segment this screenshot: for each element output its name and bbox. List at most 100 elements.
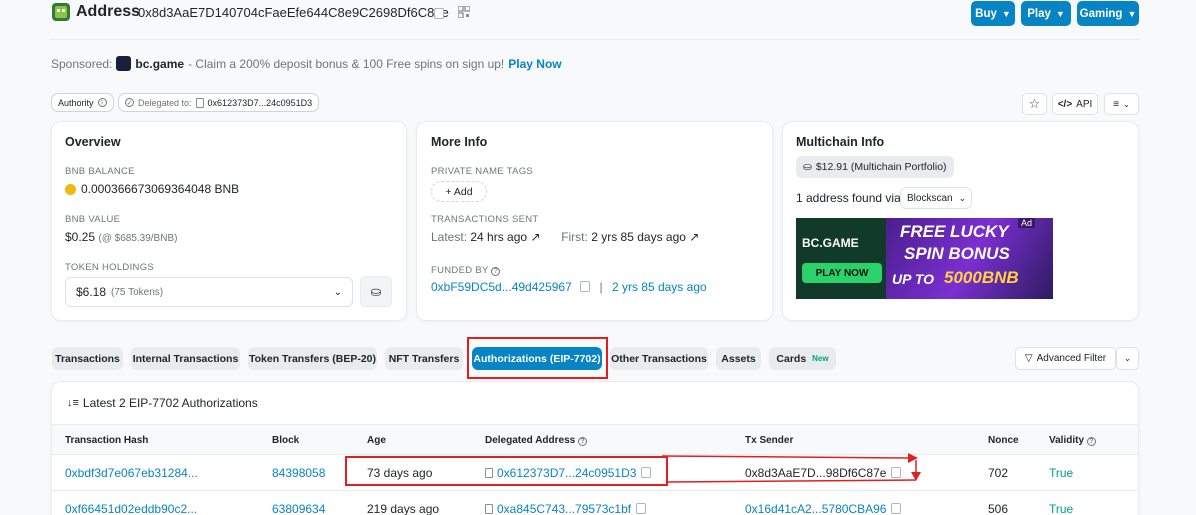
coins-stack-icon: ⛀ bbox=[803, 161, 812, 173]
sort-icon: ↓≡ bbox=[67, 397, 79, 409]
chevron-down-icon: ⌄ bbox=[1123, 99, 1130, 109]
arrow-up-right-icon[interactable]: ↗ bbox=[530, 230, 540, 244]
delegated-tag[interactable]: ✓ Delegated to: 0x612373D7...24c0951D3 bbox=[118, 93, 320, 112]
copy-icon[interactable] bbox=[580, 281, 591, 292]
star-icon: ☆ bbox=[1028, 96, 1041, 111]
play-now-link[interactable]: Play Now bbox=[508, 57, 561, 71]
row2-validity: True bbox=[1049, 502, 1074, 515]
row2-delegated-address: 0xa845C743...79573c1bf bbox=[485, 502, 647, 515]
tab-token-transfers[interactable]: Token Transfers (BEP-20) bbox=[248, 347, 377, 370]
document-icon bbox=[485, 504, 493, 514]
buy-button[interactable]: Buy ▼ bbox=[971, 1, 1015, 26]
coins-stack-icon: ⛀ bbox=[370, 283, 382, 299]
api-button[interactable]: </> API bbox=[1052, 93, 1098, 115]
col-age[interactable]: Age bbox=[367, 435, 386, 446]
play-button[interactable]: Play ▼ bbox=[1021, 1, 1071, 26]
gaming-button[interactable]: Gaming ▼ bbox=[1077, 1, 1139, 26]
transactions-sent-info: Latest: 24 hrs ago ↗ First: 2 yrs 85 day… bbox=[431, 230, 700, 244]
advanced-filter-button[interactable]: ▽ Advanced Filter bbox=[1015, 347, 1116, 370]
table-summary: ↓≡ Latest 2 EIP-7702 Authorizations bbox=[67, 396, 258, 410]
favorite-star-button[interactable]: ☆ bbox=[1022, 93, 1047, 115]
sponsor-name[interactable]: bc.game bbox=[135, 57, 184, 71]
private-name-tags-label: PRIVATE NAME TAGS bbox=[431, 166, 534, 177]
document-icon bbox=[195, 97, 204, 108]
arrow-up-right-icon[interactable]: ↗ bbox=[689, 230, 699, 244]
chevron-down-icon: ⌄ bbox=[333, 286, 342, 298]
list-icon: ≡ bbox=[1113, 98, 1120, 110]
col-tx-sender: Tx Sender bbox=[745, 435, 794, 446]
authority-tag[interactable]: Authority i bbox=[51, 93, 114, 112]
token-holdings-label: TOKEN HOLDINGS bbox=[65, 262, 155, 273]
tab-cards[interactable]: Cards New bbox=[769, 347, 836, 370]
filter-icon: ▽ bbox=[1024, 353, 1033, 364]
address-avatar bbox=[52, 3, 70, 21]
row2-block-link[interactable]: 63809634 bbox=[272, 502, 325, 515]
qr-code-icon[interactable] bbox=[457, 5, 471, 19]
address-found-text: 1 address found via bbox=[796, 191, 901, 205]
annotation-box-tab bbox=[467, 337, 608, 379]
row1-tx-hash-link[interactable]: 0xbdf3d7e067eb31284... bbox=[65, 466, 198, 480]
col-transaction-hash: Transaction Hash bbox=[65, 435, 149, 446]
sponsor-prefix: Sponsored: bbox=[51, 56, 113, 71]
row1-validity: True bbox=[1049, 466, 1074, 480]
code-icon: </> bbox=[1057, 98, 1073, 110]
ad-brand: BC.GAME bbox=[802, 236, 859, 250]
copy-icon[interactable] bbox=[636, 503, 647, 514]
bnb-coin-icon bbox=[65, 183, 76, 195]
check-circle-icon: ✓ bbox=[125, 98, 134, 107]
copy-icon[interactable] bbox=[432, 6, 446, 20]
funded-by-info: 0xbF59DC5d...49d425967 | 2 yrs 85 days a… bbox=[431, 280, 707, 294]
more-menu-button[interactable]: ≡ ⌄ bbox=[1104, 93, 1139, 115]
info-icon: i bbox=[97, 98, 107, 107]
bcgame-logo-icon bbox=[116, 56, 132, 71]
bcgame-ad-banner[interactable]: BC.GAME PLAY NOW FREE LUCKY SPIN BONUS U… bbox=[796, 218, 1053, 299]
annotation-box-row bbox=[345, 456, 668, 486]
chevron-down-icon: ⌄ bbox=[958, 192, 967, 203]
funded-by-address-link[interactable]: 0xbF59DC5d...49d425967 bbox=[431, 280, 572, 294]
col-block: Block bbox=[272, 435, 300, 446]
row-divider bbox=[52, 490, 1138, 491]
token-holdings-view-button[interactable]: ⛀ bbox=[360, 276, 392, 307]
row2-tx-sender: 0x16d41cA2...5780CBA96 bbox=[745, 502, 902, 515]
help-icon: ? bbox=[1086, 437, 1096, 446]
bnb-balance-label: BNB BALANCE bbox=[65, 166, 135, 177]
funded-by-label: FUNDED BY ? bbox=[431, 265, 501, 276]
row2-tx-hash-link[interactable]: 0xf66451d02eddb90c2... bbox=[65, 502, 197, 515]
multichain-info-title: Multichain Info bbox=[796, 135, 885, 149]
funded-by-time-link[interactable]: 2 yrs 85 days ago bbox=[612, 280, 707, 294]
new-badge: New bbox=[812, 354, 829, 363]
copy-icon[interactable] bbox=[891, 503, 902, 514]
ad-play-now-button[interactable]: PLAY NOW bbox=[802, 263, 882, 283]
bnb-value-label: BNB VALUE bbox=[65, 214, 121, 225]
tab-transactions[interactable]: Transactions bbox=[52, 347, 123, 370]
annotation-arrow bbox=[661, 453, 921, 483]
row2-nonce: 506 bbox=[988, 502, 1009, 515]
row1-nonce: 702 bbox=[988, 466, 1009, 480]
help-icon: ? bbox=[491, 267, 501, 276]
chevron-down-icon: ⌄ bbox=[1123, 353, 1132, 363]
page-title: Address bbox=[76, 3, 141, 20]
more-info-title: More Info bbox=[431, 135, 488, 149]
ad-label: Ad bbox=[1017, 218, 1035, 228]
table-header-row bbox=[52, 424, 1138, 455]
tab-internal-transactions[interactable]: Internal Transactions bbox=[131, 347, 240, 370]
multichain-portfolio-badge[interactable]: ⛀ $12.91 (Multichain Portfolio) bbox=[796, 156, 954, 178]
bnb-balance: 0.000366673069364048 BNB bbox=[65, 182, 239, 196]
advanced-filter-dropdown-button[interactable]: ⌄ bbox=[1116, 347, 1139, 370]
col-validity: Validity ? bbox=[1049, 435, 1096, 446]
tab-other-transactions[interactable]: Other Transactions bbox=[610, 347, 708, 370]
col-nonce: Nonce bbox=[988, 435, 1019, 446]
explorer-dropdown[interactable]: Blockscan ⌄ bbox=[900, 187, 972, 209]
col-delegated-address: Delegated Address ? bbox=[485, 435, 587, 446]
overview-title: Overview bbox=[65, 135, 121, 149]
row2-age: 219 days ago bbox=[367, 502, 440, 515]
bnb-value: $0.25 (@ $685.39/BNB) bbox=[65, 230, 178, 244]
tab-assets[interactable]: Assets bbox=[716, 347, 761, 370]
add-name-tag-button[interactable]: + Add bbox=[431, 181, 487, 202]
address-hash: 0x8d3AaE7D140704cFaeEfe644C8e9C2698Df6C8… bbox=[138, 5, 449, 20]
tab-nft-transfers[interactable]: NFT Transfers bbox=[385, 347, 463, 370]
token-holdings-dropdown[interactable]: $6.18 (75 Tokens) ⌄ bbox=[65, 277, 353, 307]
sponsored-banner: Sponsored: bc.game - Claim a 200% deposi… bbox=[51, 56, 562, 71]
row1-block-link[interactable]: 84398058 bbox=[272, 466, 325, 480]
help-icon: ? bbox=[578, 437, 587, 446]
